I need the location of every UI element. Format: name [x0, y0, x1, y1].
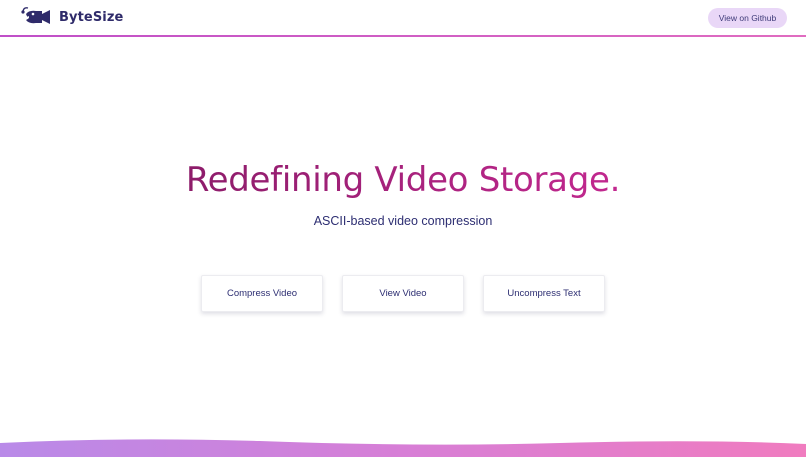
hero-title: Redefining Video Storage.	[0, 156, 806, 204]
hero-subtitle: ASCII-based video compression	[313, 214, 493, 228]
view-on-github-button[interactable]: View on Github	[708, 8, 787, 28]
action-buttons: Compress Video View Video Uncompress Tex…	[0, 275, 806, 312]
view-video-button[interactable]: View Video	[342, 275, 464, 312]
brand-name: ByteSize	[59, 9, 124, 25]
uncompress-text-button[interactable]: Uncompress Text	[483, 275, 605, 312]
footer-wave	[0, 439, 806, 457]
header-divider	[0, 35, 806, 37]
top-nav: ByteSize View on Github	[0, 0, 806, 36]
hero-title-text: Redefining Video Storage.	[185, 160, 621, 200]
compress-video-button[interactable]: Compress Video	[201, 275, 323, 312]
landing-page: ByteSize View on Github Redefining Video…	[0, 0, 806, 457]
brand-logo[interactable]: ByteSize	[20, 6, 123, 28]
anglerfish-camera-icon	[21, 7, 50, 24]
